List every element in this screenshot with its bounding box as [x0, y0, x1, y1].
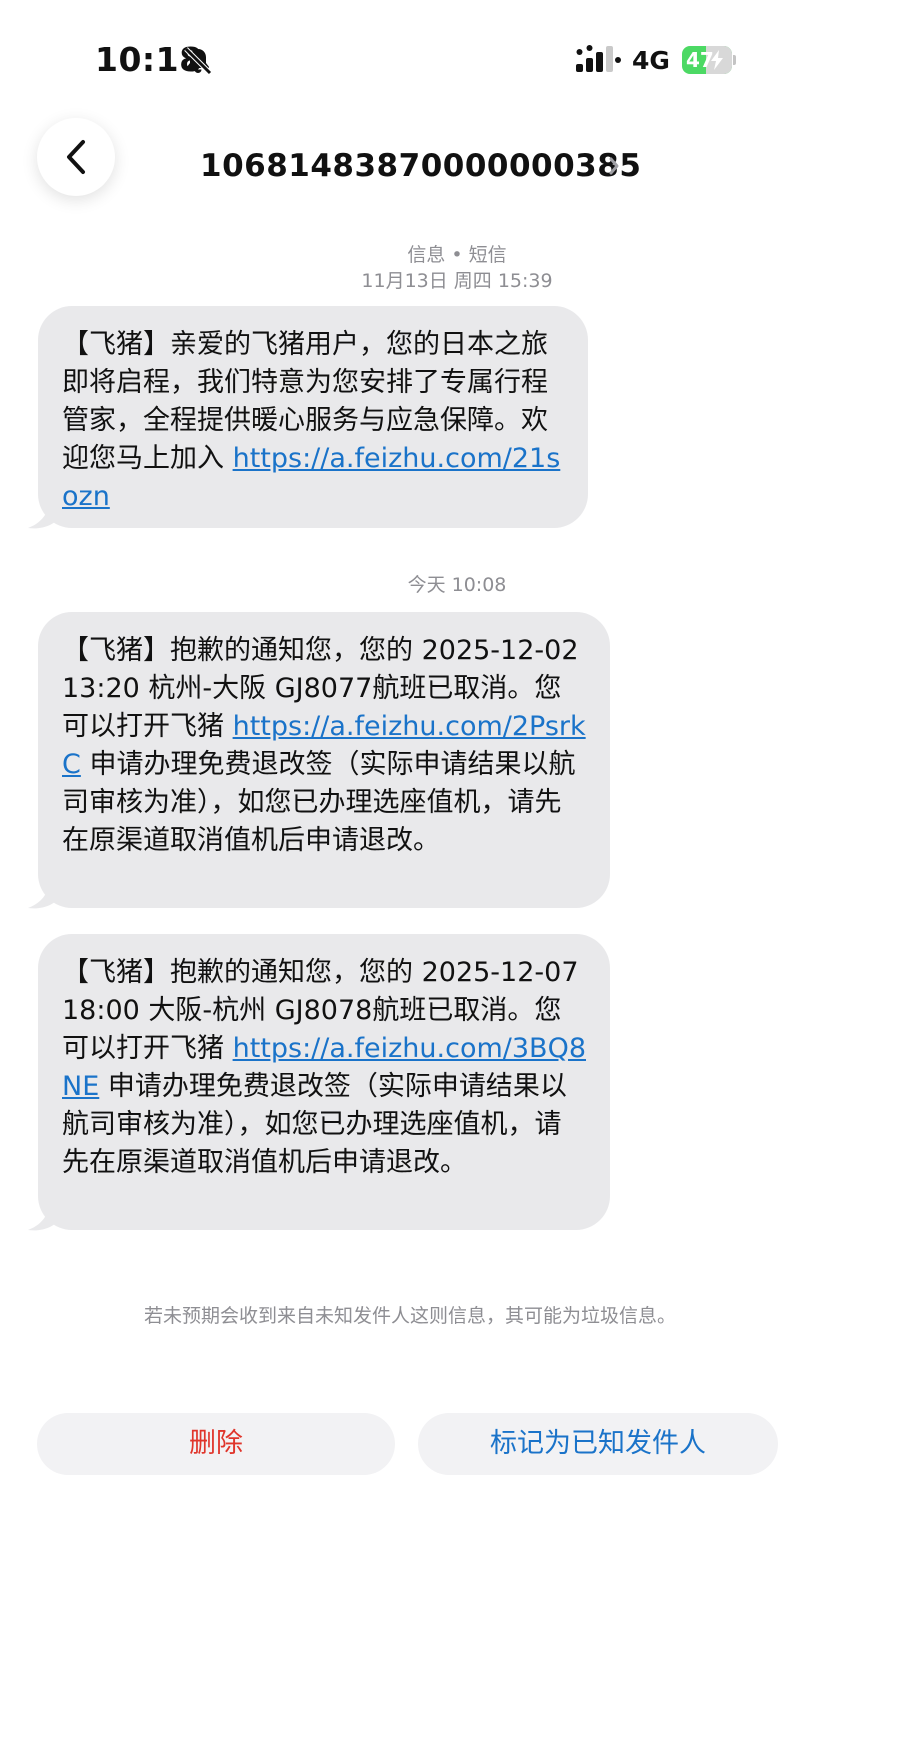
bell-slash-icon [184, 47, 212, 75]
battery-charging-icon: 47 [682, 46, 736, 74]
message-text: 【飞猪】抱歉的通知您，您的 2025-12-02 13:20 杭州-大阪 GJ8… [62, 632, 586, 860]
message-text: 【飞猪】亲爱的飞猪用户，您的日本之旅即将启程，我们特意为您安排了专属行程管家，全… [62, 326, 564, 516]
chevron-left-icon [67, 140, 85, 174]
mark-known-sender-button[interactable]: 标记为已知发件人 [418, 1413, 778, 1475]
service-label: 信息 • 短信 [407, 244, 507, 266]
message-suffix: 申请办理免费退改签（实际申请结果以航司审核为准），如您已办理选座值机，请先在原渠… [62, 1071, 567, 1178]
delete-button[interactable]: 删除 [37, 1413, 395, 1475]
status-bar: 10:18 4G 47 [0, 0, 914, 120]
network-type: 4G [632, 46, 670, 75]
back-button[interactable] [37, 118, 115, 196]
message-bubble: 【飞猪】亲爱的飞猪用户，您的日本之旅即将启程，我们特意为您安排了专属行程管家，全… [38, 306, 588, 528]
message-timestamp: 11月13日 周四 15:39 [361, 270, 553, 292]
battery-level: 47 [686, 48, 714, 72]
message-text: 【飞猪】抱歉的通知您，您的 2025-12-07 18:00 大阪-杭州 GJ8… [62, 954, 586, 1182]
spam-notice: 若未预期会收到来自未知发件人这则信息，其可能为垃圾信息。 [143, 1305, 676, 1327]
chevron-right-icon[interactable] [608, 156, 620, 176]
message-bubble: 【飞猪】抱歉的通知您，您的 2025-12-02 13:20 杭州-大阪 GJ8… [38, 612, 610, 908]
battery-body: 47 [682, 46, 732, 74]
message-suffix: 申请办理免费退改签（实际申请结果以航司审核为准），如您已办理选座值机，请先在原渠… [62, 749, 576, 856]
sender-number[interactable]: 10681483870000000385 [200, 148, 641, 184]
cellular-signal-icon [576, 45, 621, 72]
battery-cap [733, 55, 736, 65]
charging-bolt-icon [711, 50, 723, 70]
message-timestamp: 今天 10:08 [407, 574, 507, 596]
message-bubble: 【飞猪】抱歉的通知您，您的 2025-12-07 18:00 大阪-杭州 GJ8… [38, 934, 610, 1230]
